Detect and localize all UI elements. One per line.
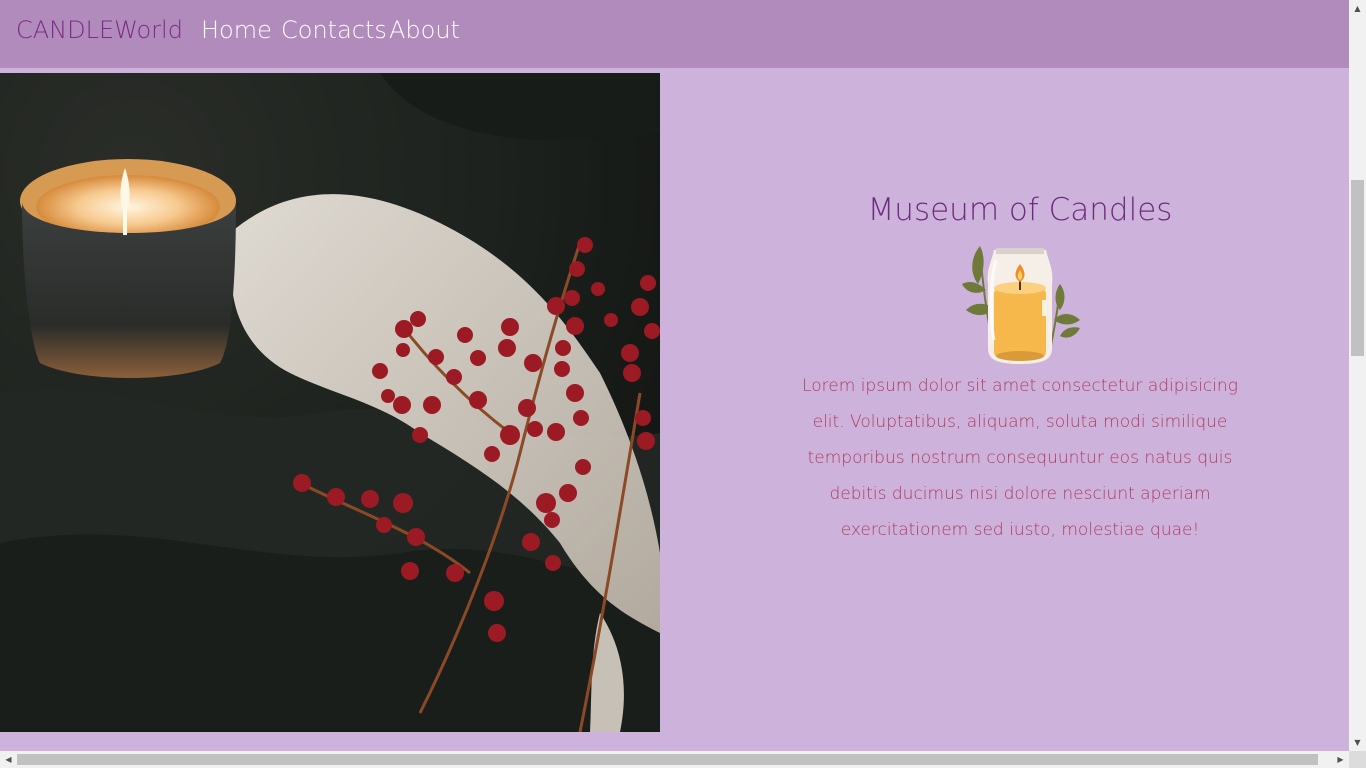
scroll-right-arrow-icon[interactable]: ▶	[1332, 751, 1349, 768]
scroll-left-arrow-icon[interactable]: ◀	[0, 751, 17, 768]
horizontal-scrollbar[interactable]: ◀ ▶	[0, 751, 1349, 768]
page-title: Museum of Candles	[867, 192, 1173, 228]
candle-photo	[0, 73, 660, 732]
nav-link-home[interactable]: Home	[201, 16, 272, 44]
candle-jar-icon	[956, 240, 1084, 368]
brand-logo[interactable]: CANDLEWorld	[16, 16, 183, 44]
navbar: CANDLEWorld Home Contacts About	[0, 0, 1349, 68]
hero-info: Museum of Candles Lorem ipsum dolor sit …	[660, 68, 1349, 748]
description-text: Lorem ipsum dolor sit amet consectetur a…	[802, 376, 1238, 540]
horizontal-scroll-thumb[interactable]	[17, 754, 1318, 765]
scroll-up-arrow-icon[interactable]: ▲	[1349, 0, 1366, 17]
nav-link-about[interactable]: About	[389, 16, 460, 44]
nav-link-contacts[interactable]: Contacts	[281, 16, 387, 44]
scroll-down-arrow-icon[interactable]: ▼	[1349, 734, 1366, 751]
vertical-scrollbar[interactable]: ▲ ▼	[1349, 0, 1366, 751]
vertical-scroll-thumb[interactable]	[1351, 180, 1364, 356]
scrollbar-corner	[1349, 751, 1366, 768]
